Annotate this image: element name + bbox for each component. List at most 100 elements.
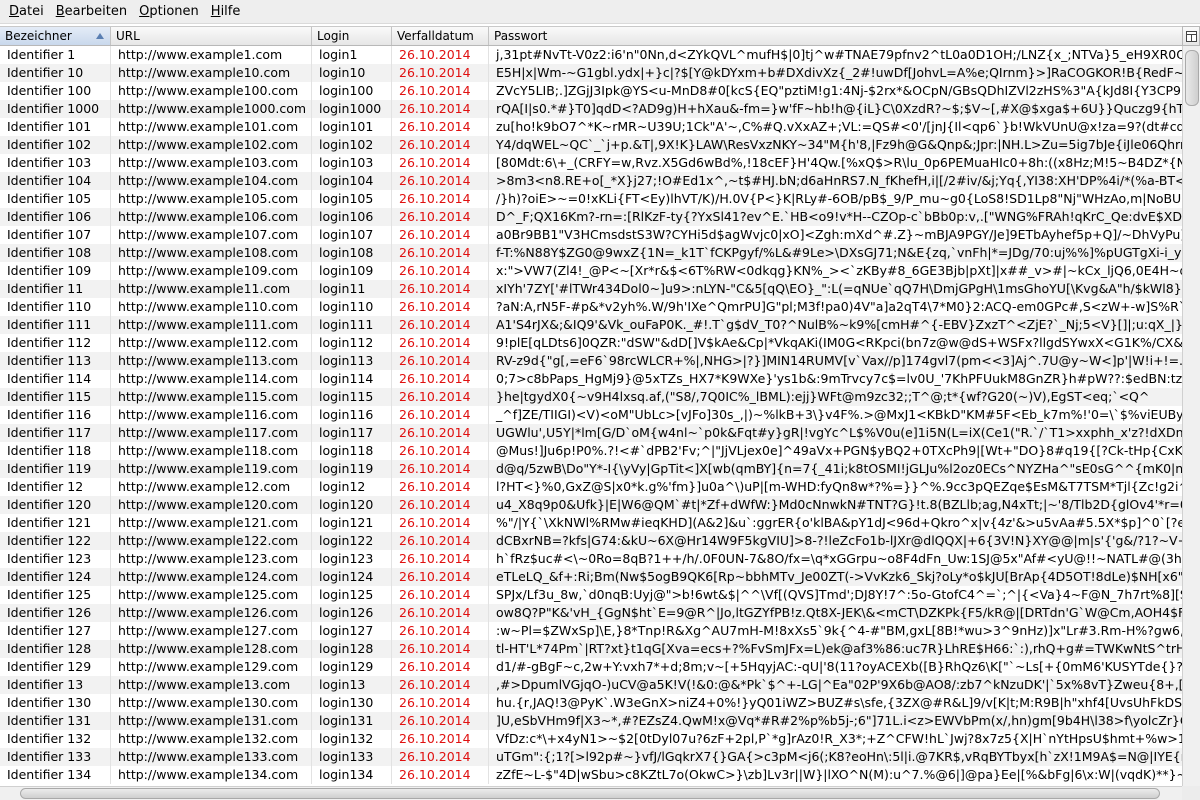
- cell-verfalldatum[interactable]: 26.10.2014: [392, 226, 489, 244]
- horizontal-scroll-thumb[interactable]: [20, 788, 1160, 799]
- cell-passwort[interactable]: Y4/dqWEL~QC`_`j+p.&T|,9X!K}LAW\ResVxzNKY…: [489, 136, 1182, 154]
- cell-login[interactable]: login116: [312, 406, 392, 424]
- cell-login[interactable]: login1: [312, 46, 392, 64]
- cell-verfalldatum[interactable]: 26.10.2014: [392, 136, 489, 154]
- cell-bezeichner[interactable]: Identifier 112: [0, 334, 111, 352]
- cell-url[interactable]: http://www.example109.com: [111, 262, 312, 280]
- cell-bezeichner[interactable]: Identifier 109: [0, 262, 111, 280]
- table-row[interactable]: Identifier 114 http://www.example114.com l…: [0, 370, 1182, 388]
- cell-bezeichner[interactable]: Identifier 132: [0, 730, 111, 748]
- cell-login[interactable]: login104: [312, 172, 392, 190]
- table-row[interactable]: Identifier 100 http://www.example100.com l…: [0, 82, 1182, 100]
- cell-verfalldatum[interactable]: 26.10.2014: [392, 658, 489, 676]
- cell-bezeichner[interactable]: Identifier 119: [0, 460, 111, 478]
- cell-login[interactable]: login12: [312, 478, 392, 496]
- cell-bezeichner[interactable]: Identifier 11: [0, 280, 111, 298]
- cell-bezeichner[interactable]: Identifier 12: [0, 478, 111, 496]
- column-header-verfalldatum[interactable]: Verfalldatum: [392, 27, 489, 45]
- cell-bezeichner[interactable]: Identifier 1000: [0, 100, 111, 118]
- cell-url[interactable]: http://www.example115.com: [111, 388, 312, 406]
- cell-url[interactable]: http://www.example120.com: [111, 496, 312, 514]
- cell-login[interactable]: login126: [312, 604, 392, 622]
- cell-passwort[interactable]: >8m3<n8.RE+o[_*X}j27;!O#Ed1x^,~t$#HJ.bN;…: [489, 172, 1182, 190]
- table-row[interactable]: Identifier 107 http://www.example107.com l…: [0, 226, 1182, 244]
- table-row[interactable]: Identifier 130 http://www.example130.com l…: [0, 694, 1182, 712]
- table-row[interactable]: Identifier 122 http://www.example122.com l…: [0, 532, 1182, 550]
- table-row[interactable]: Identifier 132 http://www.example132.com l…: [0, 730, 1182, 748]
- cell-bezeichner[interactable]: Identifier 130: [0, 694, 111, 712]
- table-row[interactable]: Identifier 104 http://www.example104.com l…: [0, 172, 1182, 190]
- cell-url[interactable]: http://www.example131.com: [111, 712, 312, 730]
- cell-passwort[interactable]: SPJx/Lf3u_8w,`d0nqB:Uyj@">b!6wt&$|^^\Vf[…: [489, 586, 1182, 604]
- cell-login[interactable]: login110: [312, 298, 392, 316]
- cell-verfalldatum[interactable]: 26.10.2014: [392, 172, 489, 190]
- table-row[interactable]: Identifier 131 http://www.example131.com l…: [0, 712, 1182, 730]
- cell-login[interactable]: login114: [312, 370, 392, 388]
- cell-url[interactable]: http://www.example101.com: [111, 118, 312, 136]
- cell-passwort[interactable]: E5H|x|Wm-~G1gbl.ydx|+}c|?$[Y@kDYxm+b#DXd…: [489, 64, 1182, 82]
- cell-login[interactable]: login103: [312, 154, 392, 172]
- cell-passwort[interactable]: f-T:%N88Y$ZG0@9wxZ{1N=_k1T`fCKPgyf/%L&#9…: [489, 244, 1182, 262]
- cell-url[interactable]: http://www.example106.com: [111, 208, 312, 226]
- cell-bezeichner[interactable]: Identifier 105: [0, 190, 111, 208]
- cell-passwort[interactable]: [80Mdt:6\+_(CRFY=w,Rvz.X5Gd6wBd%,!18cEF}…: [489, 154, 1182, 172]
- cell-login[interactable]: login117: [312, 424, 392, 442]
- table-row[interactable]: Identifier 119 http://www.example119.com l…: [0, 460, 1182, 478]
- cell-login[interactable]: login13: [312, 676, 392, 694]
- table-row[interactable]: Identifier 105 http://www.example105.com l…: [0, 190, 1182, 208]
- table-row[interactable]: Identifier 133 http://www.example133.com l…: [0, 748, 1182, 766]
- cell-login[interactable]: login113: [312, 352, 392, 370]
- cell-login[interactable]: login128: [312, 640, 392, 658]
- vertical-scroll-thumb[interactable]: [1185, 50, 1199, 106]
- cell-url[interactable]: http://www.example133.com: [111, 748, 312, 766]
- table-row[interactable]: Identifier 124 http://www.example124.com l…: [0, 568, 1182, 586]
- cell-passwort[interactable]: dCBxrNB=?kfs|G74:&kU~6X@Hr14W9F5kgVIU]>8…: [489, 532, 1182, 550]
- cell-bezeichner[interactable]: Identifier 103: [0, 154, 111, 172]
- cell-login[interactable]: login119: [312, 460, 392, 478]
- cell-verfalldatum[interactable]: 26.10.2014: [392, 118, 489, 136]
- cell-login[interactable]: login130: [312, 694, 392, 712]
- column-chooser-button[interactable]: [1182, 26, 1200, 46]
- cell-verfalldatum[interactable]: 26.10.2014: [392, 532, 489, 550]
- cell-login[interactable]: login134: [312, 766, 392, 784]
- cell-login[interactable]: login105: [312, 190, 392, 208]
- cell-passwort[interactable]: 0;7>c8bPaps_HgMj9}@5xTZs_HX7*K9WXe}'ys1b…: [489, 370, 1182, 388]
- table-row[interactable]: Identifier 108 http://www.example108.com l…: [0, 244, 1182, 262]
- cell-verfalldatum[interactable]: 26.10.2014: [392, 208, 489, 226]
- cell-login[interactable]: login111: [312, 316, 392, 334]
- table-row[interactable]: Identifier 116 http://www.example116.com l…: [0, 406, 1182, 424]
- cell-verfalldatum[interactable]: 26.10.2014: [392, 676, 489, 694]
- cell-bezeichner[interactable]: Identifier 117: [0, 424, 111, 442]
- cell-passwort[interactable]: D^_F;QX16Km?-rn=:[RlKzF-ty{?YxSl41?ev^E.…: [489, 208, 1182, 226]
- table-row[interactable]: Identifier 128 http://www.example128.com l…: [0, 640, 1182, 658]
- cell-bezeichner[interactable]: Identifier 100: [0, 82, 111, 100]
- table-row[interactable]: Identifier 125 http://www.example125.com l…: [0, 586, 1182, 604]
- cell-bezeichner[interactable]: Identifier 101: [0, 118, 111, 136]
- vertical-scrollbar[interactable]: [1182, 46, 1200, 786]
- cell-verfalldatum[interactable]: 26.10.2014: [392, 694, 489, 712]
- cell-verfalldatum[interactable]: 26.10.2014: [392, 82, 489, 100]
- cell-login[interactable]: login101: [312, 118, 392, 136]
- cell-bezeichner[interactable]: Identifier 116: [0, 406, 111, 424]
- cell-url[interactable]: http://www.example123.com: [111, 550, 312, 568]
- cell-url[interactable]: http://www.example114.com: [111, 370, 312, 388]
- cell-passwort[interactable]: a0Br9BB1"V3HCmsdstS3W?CYHi5d$agWvjc0|xO]…: [489, 226, 1182, 244]
- menu-bearbeiten[interactable]: Bearbeiten: [48, 4, 131, 19]
- cell-url[interactable]: http://www.example118.com: [111, 442, 312, 460]
- cell-passwort[interactable]: :w~Pl=$ZWxSp]\E,}8*Tnp!R&Xg^AU7mH-M!8xXs…: [489, 622, 1182, 640]
- cell-login[interactable]: login112: [312, 334, 392, 352]
- cell-url[interactable]: http://www.example134.com: [111, 766, 312, 784]
- cell-url[interactable]: http://www.example1000.com: [111, 100, 312, 118]
- cell-verfalldatum[interactable]: 26.10.2014: [392, 586, 489, 604]
- cell-verfalldatum[interactable]: 26.10.2014: [392, 442, 489, 460]
- cell-bezeichner[interactable]: Identifier 111: [0, 316, 111, 334]
- cell-passwort[interactable]: ZVcY5LIB;.]ZGjJ3Ipk@YS<u-MnD8#0[kcS{EQ"p…: [489, 82, 1182, 100]
- table-row[interactable]: Identifier 121 http://www.example121.com l…: [0, 514, 1182, 532]
- cell-url[interactable]: http://www.example130.com: [111, 694, 312, 712]
- cell-bezeichner[interactable]: Identifier 115: [0, 388, 111, 406]
- cell-passwort[interactable]: l?HT<}%0,GxZ@S|x0*k.g%'fm}]u0a^\)uP|[m-W…: [489, 478, 1182, 496]
- cell-bezeichner[interactable]: Identifier 133: [0, 748, 111, 766]
- cell-login[interactable]: login123: [312, 550, 392, 568]
- cell-passwort[interactable]: @Mus!]Ju6p!P0%.?!<#`dPB2'Fv;^|"JjVLjex0e…: [489, 442, 1182, 460]
- cell-passwort[interactable]: uTGm":{;1?[>l92p#~}vfJ/lGqkrX7{}GA{>c3pM…: [489, 748, 1182, 766]
